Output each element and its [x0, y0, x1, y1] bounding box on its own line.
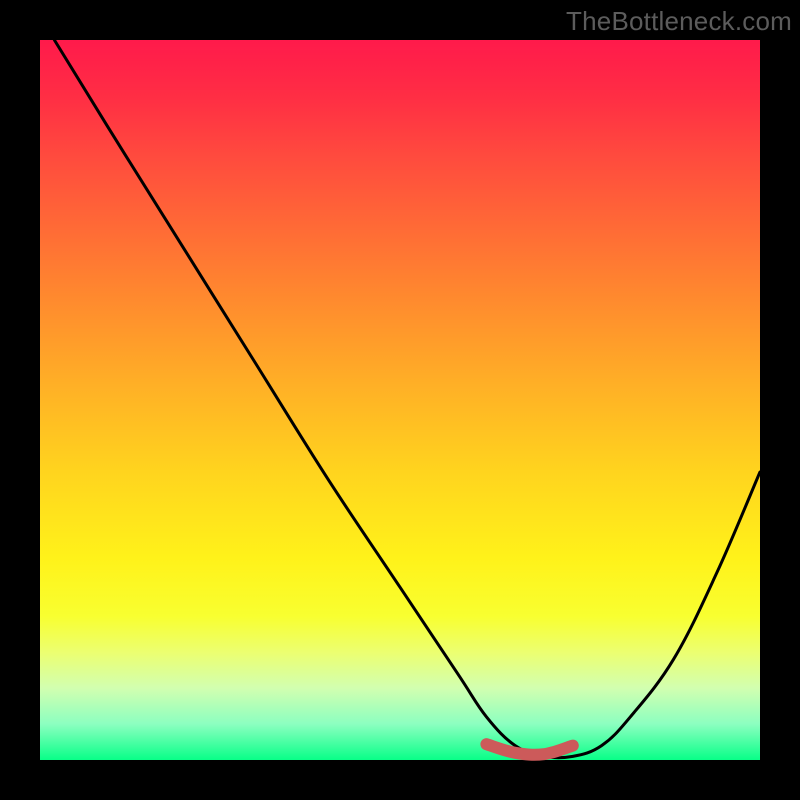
watermark-text: TheBottleneck.com [566, 6, 792, 37]
bottleneck-curve [54, 40, 760, 758]
sweet-spot-marker [486, 744, 572, 755]
chart-svg [40, 40, 760, 760]
chart-frame: TheBottleneck.com [0, 0, 800, 800]
